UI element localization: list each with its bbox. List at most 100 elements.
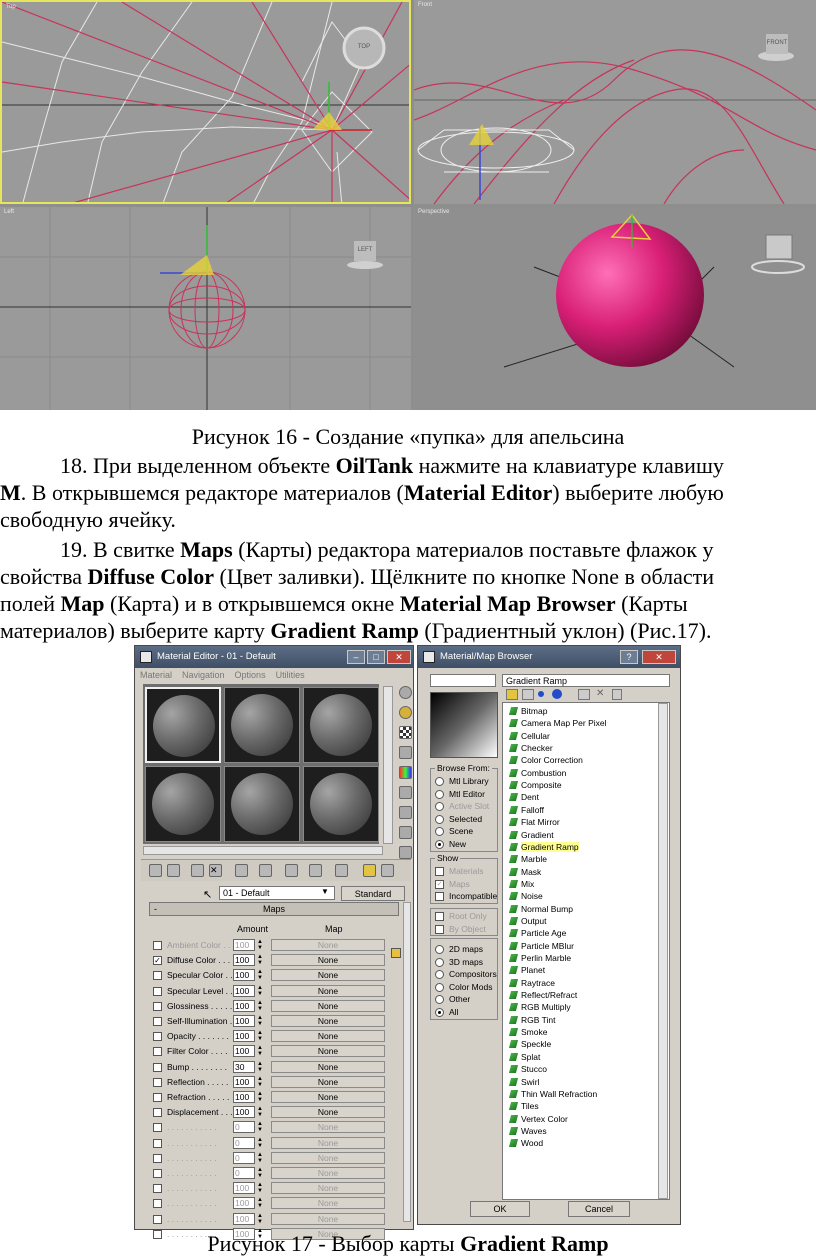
- map-checkbox[interactable]: [153, 1062, 162, 1072]
- amount-spinner[interactable]: ▲ ▼: [257, 1061, 265, 1073]
- maximize-button[interactable]: □: [367, 650, 385, 664]
- map-checkbox[interactable]: [153, 1153, 162, 1163]
- material-type-button[interactable]: Standard: [341, 886, 405, 901]
- map-checkbox[interactable]: ✓: [153, 956, 162, 966]
- maps-rollout-header[interactable]: - Maps: [149, 902, 399, 916]
- map-list-item[interactable]: Perlin Marble: [508, 952, 571, 964]
- radio-option[interactable]: Scene: [435, 825, 473, 837]
- map-none-button[interactable]: None: [271, 1121, 385, 1134]
- amount-field[interactable]: 100: [233, 939, 255, 951]
- minimize-button[interactable]: –: [347, 650, 365, 664]
- amount-spinner[interactable]: ▲ ▼: [257, 1167, 265, 1179]
- map-checkbox[interactable]: [153, 1123, 162, 1133]
- sample-slot[interactable]: [303, 766, 379, 842]
- map-list-item[interactable]: Gradient: [508, 829, 554, 841]
- put-to-library-icon[interactable]: [285, 864, 298, 877]
- map-none-button[interactable]: None: [271, 999, 385, 1012]
- amount-field[interactable]: 100: [233, 954, 255, 967]
- map-checkbox[interactable]: [153, 986, 162, 996]
- sample-slot[interactable]: [224, 687, 300, 763]
- check-option[interactable]: ✓ Maps: [435, 878, 470, 890]
- amount-field[interactable]: 100: [233, 1045, 255, 1058]
- map-checkbox[interactable]: [153, 1032, 162, 1042]
- viewcube-label[interactable]: FRONT: [764, 40, 790, 46]
- make-copy-icon[interactable]: [235, 864, 248, 877]
- amount-spinner[interactable]: ▲ ▼: [257, 1045, 265, 1057]
- map-none-button[interactable]: None: [271, 1167, 385, 1179]
- radio-button[interactable]: [435, 777, 444, 786]
- show-end-result-icon[interactable]: [363, 864, 376, 877]
- viewport-perspective[interactable]: Perspective: [414, 207, 816, 410]
- amount-spinner[interactable]: ▲ ▼: [257, 954, 265, 966]
- map-none-button[interactable]: None: [271, 939, 385, 951]
- map-none-button[interactable]: None: [271, 1136, 385, 1149]
- map-checkbox[interactable]: [153, 1001, 162, 1011]
- material-editor-titlebar[interactable]: Material Editor - 01 - Default – □ ✕: [135, 646, 413, 668]
- viewport-front[interactable]: Front FRONT: [414, 0, 816, 204]
- map-list-item[interactable]: Waves: [508, 1125, 547, 1137]
- map-none-button[interactable]: None: [271, 1106, 385, 1119]
- checkbox[interactable]: [435, 912, 444, 921]
- checkbox[interactable]: ✓: [435, 879, 444, 889]
- background-icon[interactable]: [399, 726, 412, 739]
- amount-spinner[interactable]: ▲ ▼: [257, 1121, 265, 1133]
- amount-field[interactable]: 30: [233, 1060, 255, 1073]
- radio-button[interactable]: [435, 789, 444, 799]
- material-name-field[interactable]: 01 - Default: [219, 886, 335, 900]
- amount-field[interactable]: 100: [233, 969, 255, 982]
- map-list-item[interactable]: Particle MBlur: [508, 940, 574, 952]
- map-list-item[interactable]: Falloff: [508, 804, 544, 816]
- name-prefix-field[interactable]: [430, 674, 496, 687]
- make-unique-icon[interactable]: [259, 864, 272, 877]
- radio-button[interactable]: [435, 827, 444, 837]
- map-none-button[interactable]: None: [271, 1075, 385, 1088]
- check-option[interactable]: By Object: [435, 923, 486, 935]
- sample-slot[interactable]: [145, 766, 221, 842]
- radio-button[interactable]: [435, 995, 444, 1005]
- slots-vertical-scrollbar[interactable]: [383, 686, 393, 844]
- checkbox[interactable]: [435, 892, 444, 902]
- amount-spinner[interactable]: ▲ ▼: [257, 1182, 265, 1194]
- amount-spinner[interactable]: ▲ ▼: [257, 1197, 265, 1209]
- check-option[interactable]: Incompatible: [435, 890, 497, 902]
- map-list-item[interactable]: Swirl: [508, 1076, 539, 1088]
- map-list-item[interactable]: Mask: [508, 866, 541, 878]
- map-checkbox[interactable]: [153, 1093, 162, 1102]
- radio-button[interactable]: [435, 802, 444, 812]
- amount-spinner[interactable]: ▲ ▼: [257, 1076, 265, 1088]
- map-checkbox[interactable]: [153, 1199, 162, 1209]
- selected-map-name-field[interactable]: Gradient Ramp: [502, 674, 670, 687]
- map-checkbox[interactable]: [153, 1047, 162, 1057]
- amount-spinner[interactable]: ▲ ▼: [257, 1091, 265, 1103]
- options-icon[interactable]: [399, 806, 412, 819]
- map-list-item[interactable]: RGB Multiply: [508, 1001, 571, 1013]
- map-none-button[interactable]: None: [271, 1151, 385, 1164]
- amount-spinner[interactable]: ▲ ▼: [257, 1015, 265, 1027]
- map-list-item[interactable]: RGB Tint: [508, 1014, 555, 1026]
- radio-option[interactable]: Selected: [435, 813, 482, 825]
- assign-to-selection-icon[interactable]: [191, 864, 204, 877]
- map-list-item[interactable]: Flat Mirror: [508, 816, 560, 828]
- update-scene-materials-icon[interactable]: [578, 689, 590, 700]
- amount-spinner[interactable]: ▲ ▼: [257, 1106, 265, 1118]
- map-list-item[interactable]: Combustion: [508, 767, 566, 779]
- map-list-item[interactable]: Planet: [508, 964, 545, 976]
- amount-spinner[interactable]: ▲ ▼: [257, 1213, 265, 1225]
- map-checkbox[interactable]: [153, 1214, 162, 1224]
- amount-field[interactable]: 0: [233, 1151, 255, 1164]
- viewport-top[interactable]: Top TOP: [0, 0, 411, 204]
- panel-scrollbar[interactable]: [403, 902, 411, 1222]
- amount-spinner[interactable]: ▲ ▼: [257, 1030, 265, 1042]
- amount-field[interactable]: 100: [233, 1212, 255, 1225]
- amount-field[interactable]: 100: [233, 1030, 255, 1043]
- map-checkbox[interactable]: [153, 1077, 162, 1087]
- menu-item[interactable]: Options: [230, 668, 271, 682]
- view-list-icons-icon[interactable]: [522, 689, 534, 700]
- amount-field[interactable]: 100: [233, 1182, 255, 1195]
- put-to-scene-icon[interactable]: [167, 864, 180, 877]
- map-list-item[interactable]: Checker: [508, 742, 553, 754]
- help-button[interactable]: ?: [620, 650, 638, 664]
- radio-button[interactable]: [435, 814, 444, 824]
- map-list-item[interactable]: Dent: [508, 791, 539, 803]
- map-none-button[interactable]: None: [271, 1091, 385, 1103]
